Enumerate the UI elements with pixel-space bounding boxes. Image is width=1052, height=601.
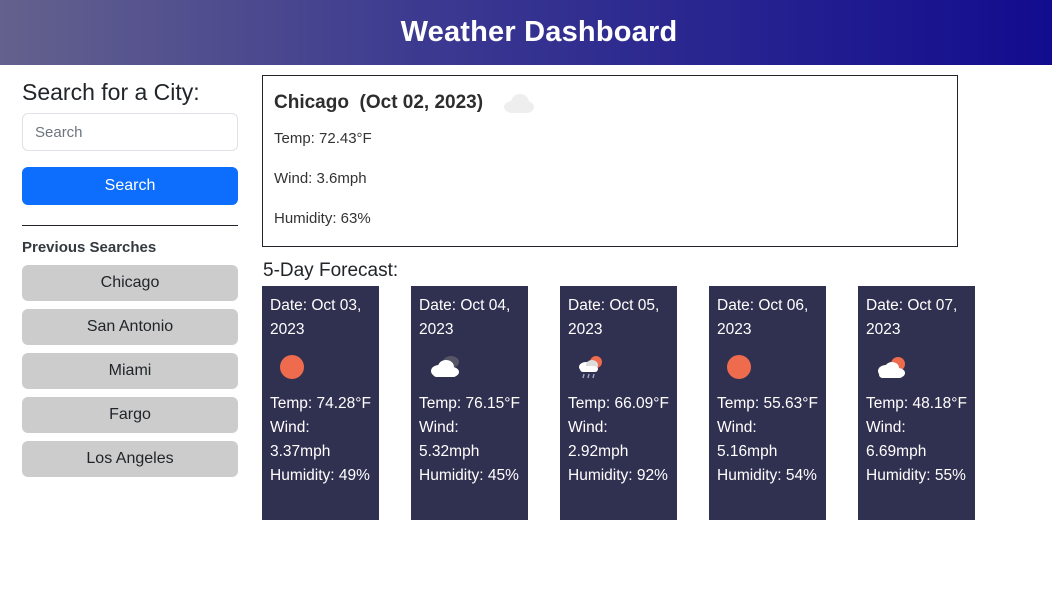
current-date-spacer (349, 92, 360, 114)
forecast-date: Date: Oct 07, 2023 (866, 297, 958, 338)
search-history-list: Chicago San Antonio Miami Fargo Los Ange… (22, 265, 238, 477)
sun-icon (717, 342, 818, 392)
sidebar: Search for a City: Search Previous Searc… (22, 75, 238, 485)
current-weather-card: Chicago (Oct 02, 2023) Temp: 72.43°F Win… (262, 75, 958, 247)
forecast-wind: Wind: 6.69mph (866, 419, 927, 460)
forecast-date: Date: Oct 06, 2023 (717, 297, 809, 338)
forecast-date: Date: Oct 04, 2023 (419, 297, 511, 338)
forecast-wind: Wind: 3.37mph (270, 419, 331, 460)
forecast-row: Date: Oct 03, 2023 Temp: 74.28°F Wind: 3… (262, 286, 975, 520)
history-button-fargo[interactable]: Fargo (22, 397, 238, 433)
forecast-card: Date: Oct 04, 2023 Temp: 76.15°F Wind: 5… (411, 286, 528, 520)
forecast-card: Date: Oct 07, 2023 Temp: 48.18°F Wind: 6… (858, 286, 975, 520)
forecast-humidity: Humidity: 49% (270, 467, 370, 484)
forecast-wind: Wind: 5.32mph (419, 419, 480, 460)
forecast-temp: Temp: 66.09°F (568, 395, 669, 412)
forecast-humidity: Humidity: 55% (866, 467, 966, 484)
search-button[interactable]: Search (22, 167, 238, 205)
current-weather-title: Chicago (Oct 02, 2023) (274, 90, 946, 116)
history-button-chicago[interactable]: Chicago (22, 265, 238, 301)
forecast-card: Date: Oct 05, 2023 Temp: 66.09°F Wind: 2… (560, 286, 677, 520)
history-button-los-angeles[interactable]: Los Angeles (22, 441, 238, 477)
page-header: Weather Dashboard (0, 0, 1052, 65)
current-wind: Wind: 3.6mph (274, 170, 367, 187)
forecast-card: Date: Oct 03, 2023 Temp: 74.28°F Wind: 3… (262, 286, 379, 520)
forecast-date: Date: Oct 05, 2023 (568, 297, 660, 338)
current-city: Chicago (274, 92, 349, 113)
page-title: Weather Dashboard (400, 16, 678, 48)
current-temp: Temp: 72.43°F (274, 130, 372, 147)
history-button-san-antonio[interactable]: San Antonio (22, 309, 238, 345)
partly-cloudy-icon (866, 342, 967, 392)
forecast-temp: Temp: 48.18°F (866, 395, 967, 412)
search-input[interactable] (22, 113, 238, 151)
forecast-wind: Wind: 2.92mph (568, 419, 629, 460)
forecast-date: Date: Oct 03, 2023 (270, 297, 362, 338)
forecast-humidity: Humidity: 92% (568, 467, 668, 484)
sun-icon (270, 342, 371, 392)
forecast-humidity: Humidity: 45% (419, 467, 519, 484)
search-heading: Search for a City: (22, 79, 200, 105)
previous-searches-heading: Previous Searches (22, 239, 157, 256)
forecast-wind: Wind: 5.16mph (717, 419, 778, 460)
current-date: (Oct 02, 2023) (359, 92, 484, 113)
broken-clouds-icon (419, 342, 520, 392)
forecast-heading: 5-Day Forecast: (263, 260, 399, 281)
forecast-temp: Temp: 76.15°F (419, 395, 520, 412)
forecast-card: Date: Oct 06, 2023 Temp: 55.63°F Wind: 5… (709, 286, 826, 520)
history-button-miami[interactable]: Miami (22, 353, 238, 389)
forecast-temp: Temp: 74.28°F (270, 395, 371, 412)
forecast-temp: Temp: 55.63°F (717, 395, 818, 412)
forecast-humidity: Humidity: 54% (717, 467, 817, 484)
sidebar-divider (22, 225, 238, 226)
cloud-icon (501, 91, 535, 115)
rain-icon (568, 342, 669, 392)
current-humidity: Humidity: 63% (274, 210, 371, 227)
